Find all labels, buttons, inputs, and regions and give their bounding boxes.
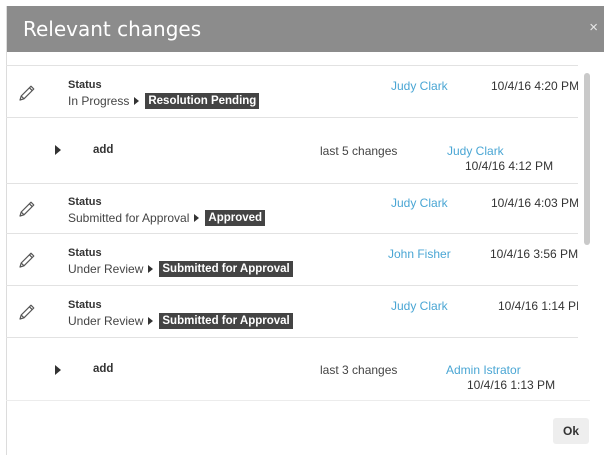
change-timestamp: 10/4/16 4:03 PM bbox=[491, 196, 578, 210]
pencil-icon bbox=[19, 201, 35, 217]
new-value-badge: Submitted for Approval bbox=[159, 261, 293, 277]
new-value-badge: Approved bbox=[205, 210, 266, 226]
arrow-right-icon bbox=[148, 317, 154, 325]
dialog-header: Relevant changes × bbox=[7, 6, 604, 52]
old-value: Under Review bbox=[68, 262, 144, 276]
change-values: Submitted for Approval Approved bbox=[68, 210, 266, 226]
change-timestamp: 10/4/16 1:14 PM bbox=[498, 299, 578, 313]
change-row: Status Submitted for Approval Approved J… bbox=[6, 184, 578, 234]
user-link[interactable]: Judy Clark bbox=[391, 79, 448, 93]
old-value: Submitted for Approval bbox=[68, 211, 190, 225]
pencil-icon bbox=[19, 252, 35, 268]
user-link[interactable]: Judy Clark bbox=[447, 144, 504, 158]
group-label: add bbox=[93, 363, 114, 375]
change-group-row[interactable]: add last 5 changes Judy Clark 10/4/16 4:… bbox=[6, 118, 578, 184]
change-values: Under Review Submitted for Approval bbox=[68, 261, 293, 277]
change-timestamp: 10/4/16 4:20 PM bbox=[491, 79, 578, 93]
change-timestamp: 10/4/16 1:13 PM bbox=[467, 378, 556, 392]
arrow-right-icon bbox=[148, 265, 154, 273]
old-value: In Progress bbox=[68, 94, 130, 108]
arrow-right-icon bbox=[194, 214, 200, 222]
field-name: Status bbox=[68, 196, 102, 208]
change-row: Status Under Review Submitted for Approv… bbox=[6, 286, 578, 338]
changes-list: Status In Progress Resolution Pending Ju… bbox=[6, 65, 578, 400]
group-label: add bbox=[93, 144, 114, 156]
arrow-right-icon bbox=[134, 97, 140, 105]
dialog-title: Relevant changes bbox=[23, 17, 202, 41]
user-link[interactable]: Judy Clark bbox=[391, 196, 448, 210]
field-name: Status bbox=[68, 299, 102, 311]
user-link[interactable]: Admin Istrator bbox=[446, 363, 521, 377]
new-value-badge: Submitted for Approval bbox=[159, 313, 293, 329]
close-icon[interactable]: × bbox=[589, 20, 598, 36]
user-link[interactable]: John Fisher bbox=[388, 247, 451, 261]
footer-divider bbox=[6, 400, 590, 401]
change-values: Under Review Submitted for Approval bbox=[68, 313, 293, 329]
pencil-icon bbox=[19, 85, 35, 101]
group-count: last 3 changes bbox=[320, 363, 398, 377]
new-value-badge: Resolution Pending bbox=[145, 93, 260, 109]
field-name: Status bbox=[68, 79, 102, 91]
field-name: Status bbox=[68, 247, 102, 259]
change-timestamp: 10/4/16 4:12 PM bbox=[465, 159, 554, 173]
old-value: Under Review bbox=[68, 314, 144, 328]
change-values: In Progress Resolution Pending bbox=[68, 93, 260, 109]
user-link[interactable]: Judy Clark bbox=[391, 299, 448, 313]
group-count: last 5 changes bbox=[320, 144, 398, 158]
ok-button[interactable]: Ok bbox=[553, 418, 589, 444]
scrollbar-thumb[interactable] bbox=[584, 73, 590, 245]
change-timestamp: 10/4/16 3:56 PM bbox=[490, 247, 578, 261]
caret-right-icon[interactable] bbox=[55, 365, 61, 375]
change-row: Status Under Review Submitted for Approv… bbox=[6, 234, 578, 286]
pencil-icon bbox=[19, 304, 35, 320]
change-row: Status In Progress Resolution Pending Ju… bbox=[6, 66, 578, 118]
caret-right-icon[interactable] bbox=[55, 145, 61, 155]
change-group-row[interactable]: add last 3 changes Admin Istrator 10/4/1… bbox=[6, 338, 578, 400]
